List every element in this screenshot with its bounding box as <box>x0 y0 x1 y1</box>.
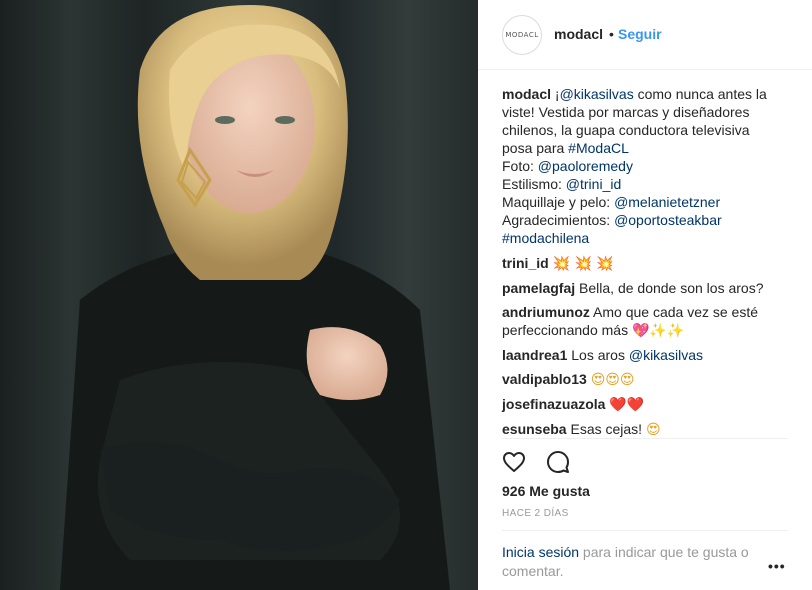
caption-mention[interactable]: @kikasilvas <box>560 86 634 102</box>
caption-text: posa para <box>502 140 569 156</box>
caption-hashtag[interactable]: #ModaCL <box>568 140 629 156</box>
comment-username[interactable]: trini_id <box>502 255 549 271</box>
comment-emoji: 😍 <box>645 422 661 438</box>
caption-username[interactable]: modacl <box>502 86 551 102</box>
comment: valdipablo13 😍😍😍 <box>502 370 792 389</box>
likes-count[interactable]: 926 Me gusta <box>502 483 590 499</box>
comment-username[interactable]: laandrea1 <box>502 347 567 363</box>
post-photo <box>0 0 478 590</box>
comment-text: Bella, de donde son los aros? <box>579 280 764 296</box>
login-prompt: Inicia sesión para indicar que te gusta … <box>502 543 772 581</box>
comment-emoji: 💥 💥 💥 <box>552 256 614 272</box>
comment-username[interactable]: andriumunoz <box>502 304 590 320</box>
caption-text: Agradecimientos: <box>502 212 615 228</box>
action-bar <box>502 450 586 474</box>
caption-text: chilenos, la guapa conductora televisiva <box>502 122 750 138</box>
comment: josefinazuazola ❤️❤️ <box>502 395 792 414</box>
comment-username[interactable]: josefinazuazola <box>502 396 605 412</box>
comment-username[interactable]: pamelagfaj <box>502 280 575 296</box>
caption: modacl ¡@kikasilvas como nunca antes la … <box>502 85 792 247</box>
comment-icon[interactable] <box>546 450 570 474</box>
header-separator: • <box>609 26 614 42</box>
divider <box>502 530 788 531</box>
caption-hashtag[interactable]: #modachilena <box>502 230 589 246</box>
caption-line: posa para #ModaCL <box>502 139 792 157</box>
comment-mention[interactable]: @kikasilvas <box>629 347 703 363</box>
caption-line: viste! Vestida por marcas y diseñadores <box>502 103 792 121</box>
post-timestamp[interactable]: HACE 2 DÍAS <box>502 508 569 519</box>
heart-icon[interactable] <box>502 450 526 474</box>
comment: esunseba Esas cejas! 😍 <box>502 420 792 439</box>
caption-text: Maquillaje y pelo: <box>502 194 615 210</box>
post-photo-illustration <box>0 0 478 590</box>
comment: pamelagfaj Bella, de donde son los aros? <box>502 279 792 297</box>
comment-emoji: ❤️❤️ <box>609 397 645 413</box>
comments-list: modacl ¡@kikasilvas como nunca antes la … <box>502 85 792 445</box>
header-username[interactable]: modacl <box>554 26 603 42</box>
comment: trini_id 💥 💥 💥 <box>502 254 792 273</box>
caption-line: chilenos, la guapa conductora televisiva <box>502 121 792 139</box>
comment-text: Los aros <box>571 347 629 363</box>
caption-line: Foto: @paoloremedy <box>502 157 792 175</box>
caption-text: viste! Vestida por marcas y diseñadores <box>502 104 750 120</box>
comment-username[interactable]: esunseba <box>502 421 567 437</box>
caption-text: Estilismo: <box>502 176 566 192</box>
caption-mention[interactable]: @oportosteakbar <box>614 212 722 228</box>
comment-text: Esas cejas! <box>570 421 646 437</box>
caption-line: Maquillaje y pelo: @melanietetzner <box>502 193 792 211</box>
caption-line: modacl ¡@kikasilvas como nunca antes la <box>502 85 792 103</box>
follow-button[interactable]: Seguir <box>618 26 662 42</box>
caption-mention[interactable]: @paoloremedy <box>538 158 633 174</box>
post-sidebar: MODACL modacl • Seguir modacl ¡@kikasilv… <box>478 0 812 590</box>
login-link[interactable]: Inicia sesión <box>502 544 579 560</box>
divider <box>502 438 788 439</box>
caption-mention[interactable]: @trini_id <box>566 176 621 192</box>
comment: laandrea1 Los aros @kikasilvas <box>502 346 792 364</box>
caption-text: como nunca antes la <box>633 86 767 102</box>
comment-emoji: 😍😍😍 <box>590 372 635 388</box>
caption-line: Estilismo: @trini_id <box>502 175 792 193</box>
post-header: MODACL modacl • Seguir <box>478 0 812 70</box>
more-options-icon[interactable]: ••• <box>768 558 786 574</box>
comment-emoji: 💖✨✨ <box>631 323 685 339</box>
comment: andriumunoz Amo que cada vez se esté per… <box>502 303 792 340</box>
caption-line: Agradecimientos: @oportosteakbar <box>502 211 792 229</box>
caption-text: Foto: <box>502 158 538 174</box>
comment-username[interactable]: valdipablo13 <box>502 371 587 387</box>
avatar[interactable]: MODACL <box>502 15 542 55</box>
caption-line: #modachilena <box>502 229 792 247</box>
caption-mention[interactable]: @melanietetzner <box>614 194 720 210</box>
